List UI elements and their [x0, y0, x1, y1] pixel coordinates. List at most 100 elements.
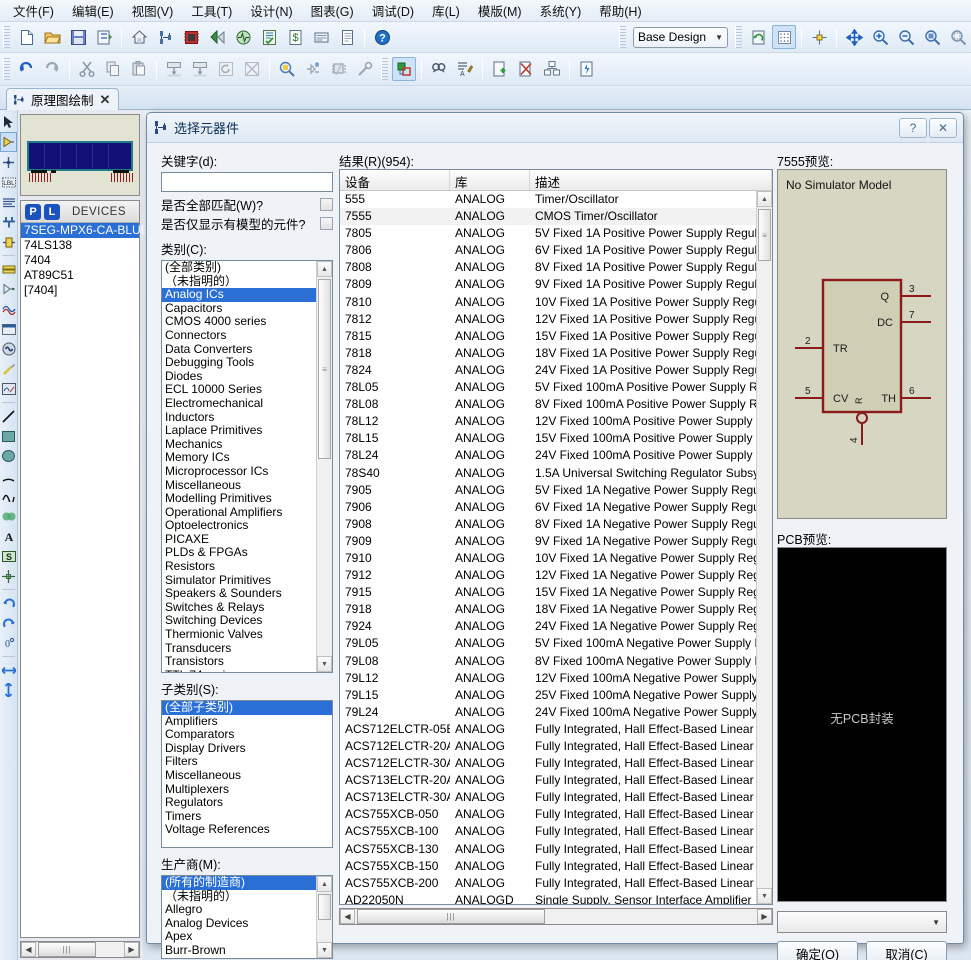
results-horizontal-scrollbar[interactable]: ◀ ||| ▶	[339, 908, 773, 925]
table-row[interactable]: 7808 ANALOG 8V Fixed 1A Positive Power Sup…	[340, 259, 756, 276]
manufacturer-item[interactable]: Allegro	[162, 903, 316, 917]
table-row[interactable]: 7915 ANALOG 15V Fixed 1A Negative Power Su…	[340, 584, 756, 601]
table-row[interactable]: 7812 ANALOG 12V Fixed 1A Positive Power Su…	[340, 311, 756, 328]
table-row[interactable]: ACS755XCB-150 ANALOG Fully Integrated, Hal…	[340, 858, 756, 875]
table-row[interactable]: 7905 ANALOG 5V Fixed 1A Negative Power Sup…	[340, 482, 756, 499]
category-item[interactable]: Analog ICs	[162, 288, 316, 302]
mirror-horizontal-icon[interactable]	[0, 660, 17, 680]
pick-device-icon[interactable]	[275, 57, 299, 81]
category-item[interactable]: (全部类别)	[162, 261, 316, 275]
voltage-probe-icon[interactable]	[0, 359, 17, 379]
dialog-close-button[interactable]: ✕	[929, 117, 957, 138]
generator-mode-icon[interactable]	[0, 339, 17, 359]
menu-graph[interactable]: 图表(G)	[302, 0, 363, 22]
menu-system[interactable]: 系统(Y)	[531, 0, 591, 22]
find-icon[interactable]	[427, 57, 451, 81]
category-item[interactable]: Connectors	[162, 328, 316, 343]
results-table[interactable]: 设备 库 描述 555 ANALOG Timer/Oscillator 7555 ANA…	[339, 169, 773, 905]
text-script-tool[interactable]	[0, 192, 17, 212]
match-whole-checkbox[interactable]	[320, 198, 333, 211]
table-row[interactable]: 7918 ANALOG 18V Fixed 1A Negative Power Su…	[340, 601, 756, 618]
tape-recorder-icon[interactable]	[0, 319, 17, 339]
category-item[interactable]: Simulator Primitives	[162, 573, 316, 588]
new-sheet-icon[interactable]	[488, 57, 512, 81]
design-selector-grip[interactable]	[619, 26, 626, 48]
component-tool[interactable]	[0, 132, 17, 152]
menu-design[interactable]: 设计(N)	[241, 0, 301, 22]
menu-view[interactable]: 视图(V)	[123, 0, 183, 22]
cut-icon[interactable]	[75, 57, 99, 81]
table-row[interactable]: ACS755XCB-050 ANALOG Fully Integrated, Hal…	[340, 806, 756, 823]
subcategory-item[interactable]: Regulators	[162, 796, 332, 810]
only-models-checkbox[interactable]	[320, 217, 333, 230]
category-item[interactable]: Memory ICs	[162, 451, 316, 465]
sheet-hierarchy-icon[interactable]	[540, 57, 564, 81]
category-item[interactable]: PICAXE	[162, 532, 316, 547]
ok-button[interactable]: 确定(O)	[777, 941, 858, 960]
table-row[interactable]: 7809 ANALOG 9V Fixed 1A Positive Power Sup…	[340, 276, 756, 293]
table-row[interactable]: 79L05 ANALOG 5V Fixed 100mA Negative Power…	[340, 635, 756, 652]
block-copy-icon[interactable]	[162, 57, 186, 81]
table-row[interactable]: 7910 ANALOG 10V Fixed 1A Negative Power Su…	[340, 550, 756, 567]
category-item[interactable]: Modelling Primitives	[162, 491, 316, 506]
table-row[interactable]: ACS713ELCTR-20A-T ANALOG Fully Integrated,…	[340, 772, 756, 789]
scroll-thumb[interactable]: ≡	[318, 279, 331, 459]
category-item[interactable]: Switches & Relays	[162, 600, 316, 615]
scroll-left-arrow[interactable]: ◀	[340, 909, 355, 924]
origin-marker-icon[interactable]	[0, 566, 17, 586]
manufacturer-item[interactable]: Burr-Brown	[162, 943, 316, 958]
undo-icon[interactable]	[14, 57, 38, 81]
home-icon[interactable]	[127, 25, 151, 49]
scroll-up-arrow[interactable]: ▲	[317, 261, 332, 277]
decompose-icon[interactable]	[353, 57, 377, 81]
lib-toolbar-grip[interactable]	[381, 58, 388, 80]
scroll-thumb[interactable]: ≡	[758, 209, 771, 261]
scroll-right-arrow[interactable]: ▶	[757, 909, 772, 924]
packaging-tool-icon[interactable]	[327, 57, 351, 81]
table-row[interactable]: 78L15 ANALOG 15V Fixed 100mA Positive Powe…	[340, 430, 756, 447]
device-pins-mode-icon[interactable]	[0, 279, 17, 299]
zoom-area-icon[interactable]	[946, 25, 970, 49]
remove-sheet-icon[interactable]	[514, 57, 538, 81]
table-row[interactable]: 7805 ANALOG 5V Fixed 1A Positive Power Sup…	[340, 225, 756, 242]
schematic-capture-icon[interactable]	[153, 25, 177, 49]
subcategory-item[interactable]: Display Drivers	[162, 741, 332, 756]
category-item[interactable]: Miscellaneous	[162, 478, 316, 493]
list-item[interactable]: 7SEG-MPX6-CA-BLUE	[21, 223, 149, 238]
table-row[interactable]: ACS713ELCTR-30A-T ANALOG Fully Integrated,…	[340, 789, 756, 806]
copy-icon[interactable]	[101, 57, 125, 81]
dialog-title-bar[interactable]: 选择元器件 ? ✕	[147, 113, 963, 143]
source-code-icon[interactable]	[257, 25, 281, 49]
scroll-down-arrow[interactable]: ▼	[317, 656, 332, 672]
pcb-layout-icon[interactable]	[179, 25, 203, 49]
scroll-down-arrow[interactable]: ▼	[317, 942, 332, 958]
help-icon[interactable]: ?	[370, 25, 394, 49]
property-assignment-icon[interactable]: A	[453, 57, 477, 81]
block-delete-icon[interactable]	[240, 57, 264, 81]
subcategory-item[interactable]: Voltage References	[162, 823, 332, 837]
table-row[interactable]: 7824 ANALOG 24V Fixed 1A Positive Power Su…	[340, 362, 756, 379]
3d-viewer-icon[interactable]	[205, 25, 229, 49]
zoom-out-icon[interactable]	[894, 25, 918, 49]
category-item[interactable]: Speakers & Sounders	[162, 587, 316, 601]
category-item[interactable]: Inductors	[162, 410, 316, 425]
only-models-row[interactable]: 是否仅显示有模型的元件?	[161, 214, 333, 233]
table-row[interactable]: 7806 ANALOG 6V Fixed 1A Positive Power Sup…	[340, 242, 756, 259]
table-row[interactable]: 79L08 ANALOG 8V Fixed 100mA Negative Power…	[340, 653, 756, 670]
keyword-input[interactable]	[161, 172, 333, 192]
list-item[interactable]: 74LS138	[21, 238, 139, 253]
subcategory-item[interactable]: Miscellaneous	[162, 768, 332, 783]
refresh-icon[interactable]	[746, 25, 770, 49]
scroll-up-arrow[interactable]: ▲	[757, 191, 772, 207]
column-header-device[interactable]: 设备	[340, 170, 450, 190]
new-file-icon[interactable]	[14, 25, 38, 49]
print-preview-icon[interactable]	[335, 25, 359, 49]
manufacturer-item[interactable]: Diodes Inc	[162, 957, 316, 958]
scroll-thumb[interactable]: |||	[357, 909, 545, 924]
pan-icon[interactable]	[842, 25, 866, 49]
subcircuit-tool[interactable]	[0, 232, 17, 252]
rotate-counter-icon[interactable]	[0, 613, 17, 633]
junction-dot-tool[interactable]	[0, 152, 17, 172]
list-item[interactable]: 7404	[21, 253, 139, 268]
import-icon[interactable]	[92, 25, 116, 49]
